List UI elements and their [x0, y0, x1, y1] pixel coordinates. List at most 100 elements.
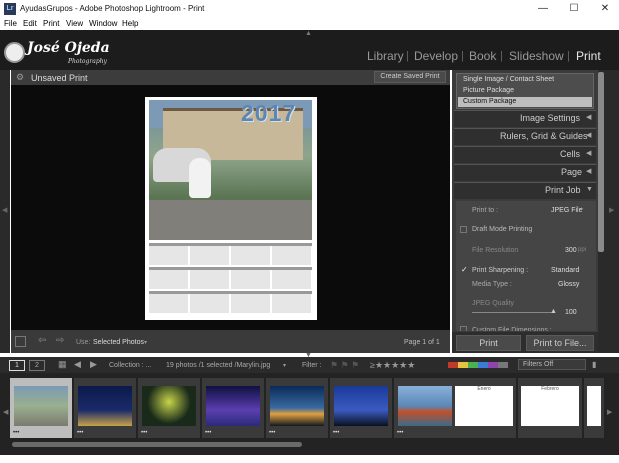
monitor-1-button[interactable]: 1	[9, 360, 25, 371]
custom-dims-checkbox[interactable]	[460, 326, 467, 331]
filmstrip-scrollbar[interactable]	[12, 442, 302, 447]
section-image-settings[interactable]: Image Settings	[520, 113, 580, 123]
photo-cell[interactable]: 2017	[149, 100, 312, 240]
filmstrip-thumb[interactable]: •••	[266, 378, 328, 438]
chevron-updown-icon[interactable]: ÷	[580, 207, 583, 213]
filmstrip-thumb[interactable]: •••	[138, 378, 200, 438]
section-cells[interactable]: Cells	[560, 149, 580, 159]
filmstrip-thumb[interactable]: •••	[330, 378, 392, 438]
expanded-down-arrow-icon[interactable]: ▼	[586, 186, 593, 193]
minimize-icon[interactable]: —	[530, 2, 556, 16]
module-separator: |	[567, 50, 570, 62]
layout-picture-package[interactable]: Picture Package	[458, 86, 592, 96]
create-saved-print-button[interactable]: Create Saved Print	[374, 71, 446, 83]
collapse-bottom-icon[interactable]: ▼	[305, 352, 312, 359]
draft-mode-label: Draft Mode Printing	[472, 226, 533, 233]
jpeg-quality-label: JPEG Quality	[472, 300, 515, 307]
maximize-icon[interactable]: ☐	[561, 2, 587, 16]
dress	[189, 158, 211, 198]
file-resolution-unit: ppi	[578, 247, 587, 253]
menu-window[interactable]: Window	[89, 19, 117, 28]
right-panel-scrollbar[interactable]	[598, 72, 604, 252]
expand-right-icon[interactable]: ▶	[609, 206, 614, 214]
filters-off-dropdown[interactable]: Filters Off	[518, 359, 586, 370]
menu-print[interactable]: Print	[43, 19, 59, 28]
collapse-top-icon[interactable]: ▲	[305, 30, 312, 37]
collapse-left-arrow-icon[interactable]: ◀	[586, 167, 591, 175]
module-print[interactable]: Print	[576, 49, 601, 63]
draft-mode-checkbox[interactable]	[460, 226, 467, 233]
pavement	[149, 200, 312, 240]
chevron-down-icon[interactable]: ▾	[283, 362, 286, 369]
print-button[interactable]: Print	[456, 335, 521, 351]
next-page-icon[interactable]: ⇨	[56, 335, 64, 346]
close-icon[interactable]: ✕	[592, 2, 618, 16]
menu-bar: File Edit Print View Window Help	[0, 18, 619, 30]
filmstrip-thumb[interactable]: •••	[394, 378, 456, 438]
filmstrip-thumb-calendar[interactable]: Enero	[452, 378, 516, 438]
chevron-down-icon[interactable]: ▾	[144, 339, 147, 346]
checkmark-icon[interactable]: ✓	[461, 265, 468, 274]
print-to-dropdown[interactable]: JPEG File	[551, 207, 583, 214]
menu-file[interactable]: File	[4, 19, 17, 28]
collapse-left-arrow-icon[interactable]: ◀	[586, 131, 591, 139]
section-print-job[interactable]: Print Job	[545, 185, 581, 195]
lightroom-icon: Lr	[4, 3, 16, 15]
module-separator: |	[461, 50, 464, 62]
media-type-dropdown[interactable]: Glossy	[558, 281, 579, 288]
use-dropdown[interactable]: Selected Photos	[93, 339, 144, 346]
collection-path[interactable]: Collection : ...	[109, 362, 151, 369]
show-grid-checkbox[interactable]	[15, 336, 26, 347]
expand-left-icon[interactable]: ◀	[2, 206, 7, 214]
collapse-left-arrow-icon[interactable]: ◀	[586, 113, 591, 121]
media-type-label: Media Type :	[472, 281, 512, 288]
photo-count: 19 photos /1 selected /Marylin.jpg	[166, 362, 271, 369]
filmstrip-thumb-selected[interactable]: •••	[10, 378, 72, 438]
color-label-filter[interactable]	[448, 362, 508, 368]
forward-arrow-icon[interactable]: ▶	[90, 359, 97, 370]
filmstrip-thumb-calendar[interactable]: Febrero	[518, 378, 582, 438]
filmstrip-right-arrow-icon[interactable]: ▶	[607, 408, 612, 416]
previous-page-icon[interactable]: ⇦	[38, 335, 46, 346]
print-settings-icon[interactable]: ⚙	[16, 72, 24, 83]
title-bar: Lr AyudasGrupos - Adobe Photoshop Lightr…	[0, 0, 619, 18]
use-label: Use:	[76, 339, 91, 346]
calendar-grid	[149, 243, 312, 317]
menu-help[interactable]: Help	[122, 19, 138, 28]
menu-view[interactable]: View	[66, 19, 83, 28]
print-title: Unsaved Print	[31, 73, 88, 83]
jpeg-quality-value[interactable]: 100	[565, 309, 577, 316]
star-rating-filter-icon[interactable]: ≥★★★★★	[370, 360, 415, 371]
print-to-label: Print to :	[472, 207, 499, 214]
lock-icon[interactable]: ▮	[592, 360, 596, 369]
monitor-2-button[interactable]: 2	[29, 360, 45, 371]
layout-single-image[interactable]: Single Image / Contact Sheet	[458, 75, 592, 85]
print-sharpening-dropdown[interactable]: Standard	[551, 267, 579, 274]
module-library[interactable]: Library	[367, 49, 404, 63]
year-title: 2017	[241, 100, 297, 126]
filmstrip-left-arrow-icon[interactable]: ◀	[3, 408, 8, 416]
module-separator: |	[500, 50, 503, 62]
grid-icon[interactable]: ▦	[58, 359, 67, 370]
module-develop[interactable]: Develop	[414, 49, 458, 63]
collapse-left-arrow-icon[interactable]: ◀	[586, 149, 591, 157]
jpeg-quality-slider-thumb[interactable]: ▲	[550, 308, 557, 315]
print-to-file-button[interactable]: Print to File...	[526, 335, 594, 351]
module-slideshow[interactable]: Slideshow	[509, 49, 564, 63]
layout-custom-package[interactable]: Custom Package	[458, 97, 592, 107]
flag-filter-icon[interactable]: ⚑ ⚑ ⚑	[330, 360, 359, 371]
section-page[interactable]: Page	[561, 167, 582, 177]
jpeg-quality-slider-track[interactable]	[472, 312, 554, 313]
window-title: AyudasGrupos - Adobe Photoshop Lightroom…	[20, 4, 205, 13]
menu-edit[interactable]: Edit	[23, 19, 37, 28]
section-rulers-grid-guides[interactable]: Rulers, Grid & Guides	[500, 131, 588, 141]
page-indicator: Page 1 of 1	[404, 339, 440, 346]
file-resolution-value[interactable]: 300	[565, 247, 577, 254]
filmstrip-thumb-partial[interactable]	[584, 378, 604, 438]
filmstrip-thumb[interactable]: •••	[202, 378, 264, 438]
identity-tagline: Photography	[68, 58, 107, 65]
filmstrip-thumb[interactable]: •••	[74, 378, 136, 438]
module-book[interactable]: Book	[469, 49, 496, 63]
back-arrow-icon[interactable]: ◀	[74, 359, 81, 370]
custom-dims-label: Custom File Dimensions :	[472, 327, 552, 331]
